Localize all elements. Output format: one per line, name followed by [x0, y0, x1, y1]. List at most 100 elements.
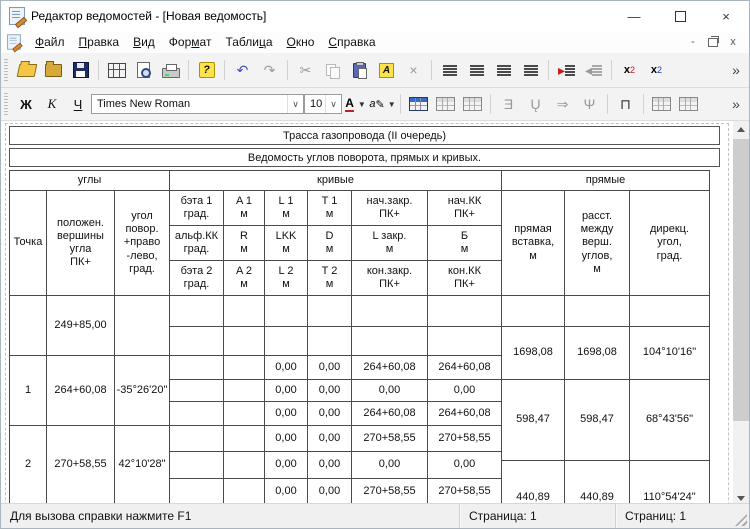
- cell-straight[interactable]: 1698,08: [565, 327, 629, 379]
- menu-item-1[interactable]: Файл: [28, 33, 72, 51]
- cell-curve[interactable]: [170, 452, 223, 478]
- cell-vertex[interactable]: 249+85,00: [47, 296, 114, 355]
- insert-table-button[interactable]: [405, 92, 432, 116]
- cell-angle[interactable]: -35°26'20": [115, 356, 169, 425]
- underline-button[interactable]: Ч: [65, 93, 91, 115]
- cell-curve[interactable]: [170, 426, 223, 451]
- table-grid-button[interactable]: [459, 92, 486, 116]
- cell-curve[interactable]: [308, 296, 351, 326]
- cell-vertex[interactable]: 264+60,08: [47, 356, 114, 425]
- cell-curve[interactable]: 0,00: [308, 452, 351, 478]
- cell-curve[interactable]: [170, 380, 223, 401]
- cell-straight[interactable]: 68°43'56": [630, 380, 709, 460]
- pen-color-button[interactable]: a✎▼: [369, 92, 396, 116]
- outdent-button[interactable]: ◂: [580, 58, 607, 82]
- group-header-straights[interactable]: прямые: [502, 171, 709, 190]
- column-header[interactable]: LKK м: [265, 226, 307, 260]
- column-header[interactable]: D м: [308, 226, 351, 260]
- sheet-title-2[interactable]: Ведомость углов поворота, прямых и кривы…: [9, 148, 720, 167]
- cell-point[interactable]: 2: [10, 426, 46, 504]
- open-button[interactable]: [13, 58, 40, 82]
- column-header[interactable]: положен. вершины угла ПК+: [47, 191, 114, 295]
- merge-right-button[interactable]: ⇒: [549, 92, 576, 116]
- column-header[interactable]: альф.КК град.: [170, 226, 223, 260]
- cell-curve[interactable]: 0,00: [308, 479, 351, 504]
- column-header[interactable]: кон.КК ПК+: [428, 261, 501, 295]
- help-button[interactable]: ?: [193, 58, 220, 82]
- cell-angle[interactable]: 42°10'28": [115, 426, 169, 504]
- document-area[interactable]: Трасса газопровода (II очередь) Ведомост…: [1, 121, 735, 506]
- cell-curve[interactable]: 0,00: [265, 426, 307, 451]
- column-header[interactable]: A 2 м: [224, 261, 264, 295]
- cell-straight-empty[interactable]: [630, 296, 709, 326]
- column-header[interactable]: нач.КК ПК+: [428, 191, 501, 225]
- column-header[interactable]: угол повор. +право -лево, град.: [115, 191, 169, 295]
- cell-curve[interactable]: [224, 402, 264, 425]
- cell-curve[interactable]: 0,00: [352, 380, 427, 401]
- menu-item-7[interactable]: Справка: [321, 33, 382, 51]
- cell-curve[interactable]: [428, 327, 501, 355]
- cell-curve[interactable]: 0,00: [265, 479, 307, 504]
- merge-cells-button[interactable]: Ǝ: [495, 92, 522, 116]
- insert-column-button[interactable]: [675, 92, 702, 116]
- menu-item-4[interactable]: Формат: [162, 33, 219, 51]
- align-center-button[interactable]: [463, 58, 490, 82]
- column-header[interactable]: расст. между верш. углов, м: [565, 191, 629, 295]
- toolbar-grip[interactable]: [4, 93, 8, 115]
- cell-curve[interactable]: [352, 296, 427, 326]
- column-header[interactable]: Б м: [428, 226, 501, 260]
- close-button[interactable]: ×: [703, 1, 749, 31]
- subscript-button[interactable]: x2: [643, 58, 670, 82]
- cell-curve[interactable]: 270+58,55: [352, 479, 427, 504]
- align-left-button[interactable]: [436, 58, 463, 82]
- column-header[interactable]: бэта 1 град.: [170, 191, 223, 225]
- group-header-curves[interactable]: кривые: [170, 171, 501, 190]
- column-header[interactable]: кон.закр. ПК+: [352, 261, 427, 295]
- cell-straight[interactable]: 440,89: [502, 461, 564, 506]
- cell-curve[interactable]: 0,00: [265, 452, 307, 478]
- column-header[interactable]: бэта 2 град.: [170, 261, 223, 295]
- font-select-arrow-icon[interactable]: ∨: [287, 95, 303, 113]
- cell-curve[interactable]: 0,00: [265, 380, 307, 401]
- cell-curve[interactable]: [170, 356, 223, 379]
- cell-curve[interactable]: 264+60,08: [428, 402, 501, 425]
- scrollbar-thumb[interactable]: [733, 139, 749, 421]
- size-select-arrow-icon[interactable]: ∨: [325, 95, 341, 113]
- cell-curve[interactable]: [170, 327, 223, 355]
- cell-straight[interactable]: 104°10'16": [630, 327, 709, 379]
- cell-curve[interactable]: 0,00: [428, 452, 501, 478]
- cell-curve[interactable]: 264+60,08: [352, 356, 427, 379]
- print-preview-button[interactable]: [130, 58, 157, 82]
- column-header[interactable]: T 1 м: [308, 191, 351, 225]
- sheet-title-1[interactable]: Трасса газопровода (II очередь): [9, 126, 720, 145]
- minimize-button[interactable]: —: [611, 1, 657, 31]
- cell-curve[interactable]: [224, 380, 264, 401]
- menu-item-3[interactable]: Вид: [126, 33, 162, 51]
- cell-curve[interactable]: 264+60,08: [428, 356, 501, 379]
- cell-curve[interactable]: [265, 327, 307, 355]
- align-justify-button[interactable]: [517, 58, 544, 82]
- column-header[interactable]: R м: [224, 226, 264, 260]
- cell-straight-empty[interactable]: [502, 296, 564, 326]
- align-right-button[interactable]: [490, 58, 517, 82]
- indent-button[interactable]: ▸: [553, 58, 580, 82]
- column-header[interactable]: дирекц. угол, град.: [630, 191, 709, 295]
- cell-curve[interactable]: 0,00: [308, 426, 351, 451]
- paste-button[interactable]: [346, 58, 373, 82]
- cell-curve[interactable]: [170, 402, 223, 425]
- font-select[interactable]: Times New Roman∨: [91, 94, 304, 114]
- cell-curve[interactable]: [224, 452, 264, 478]
- cell-curve[interactable]: 0,00: [308, 402, 351, 425]
- cell-curve[interactable]: 0,00: [265, 356, 307, 379]
- cell-curve[interactable]: 0,00: [352, 452, 427, 478]
- copy-button[interactable]: [319, 58, 346, 82]
- vertical-scrollbar[interactable]: [733, 121, 749, 506]
- cut-button[interactable]: ✂: [292, 58, 319, 82]
- document-icon[interactable]: [7, 34, 21, 49]
- cell-curve[interactable]: [265, 296, 307, 326]
- cell-straight[interactable]: 1698,08: [502, 327, 564, 379]
- toolbar2-more-button[interactable]: »: [727, 92, 745, 116]
- cell-curve[interactable]: 0,00: [428, 380, 501, 401]
- toolbar-grip[interactable]: [4, 59, 8, 81]
- redo-button[interactable]: ↷: [256, 58, 283, 82]
